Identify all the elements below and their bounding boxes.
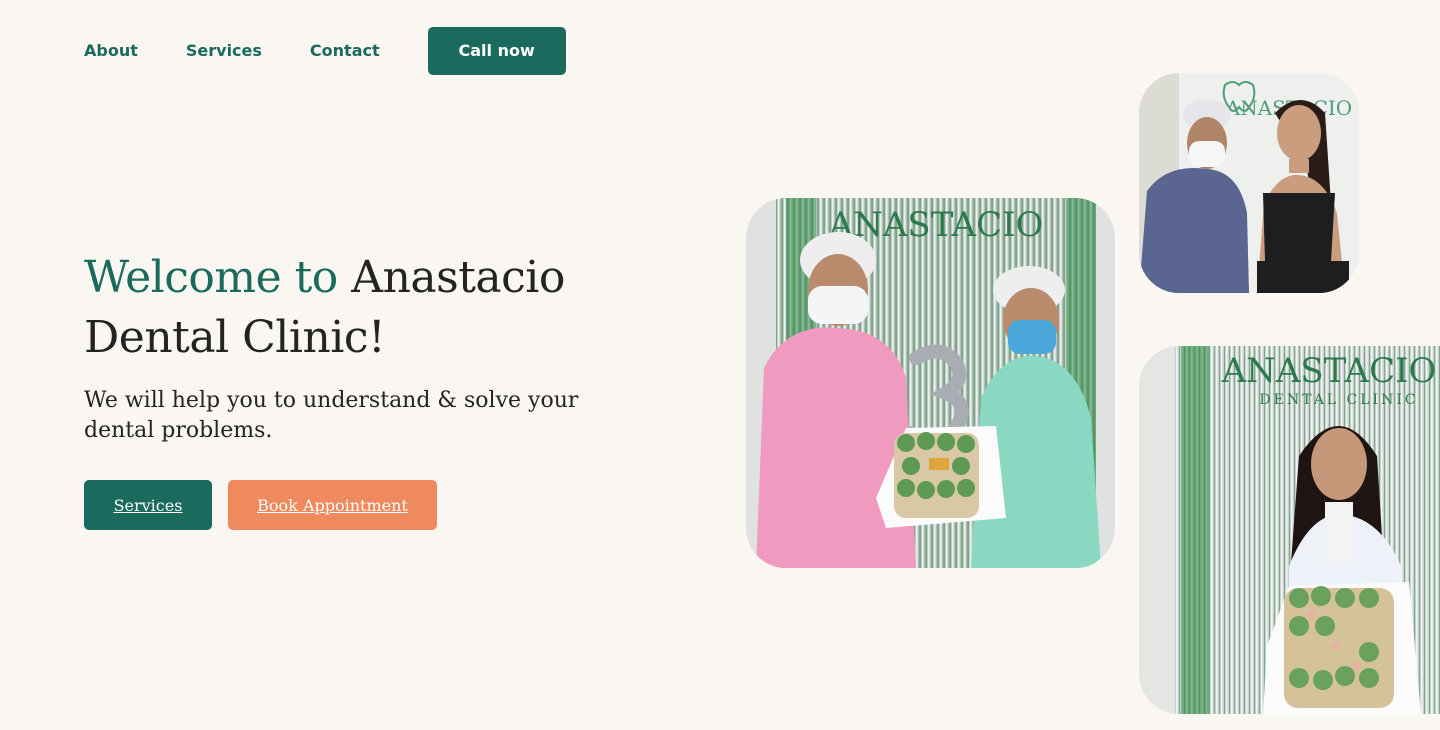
call-now-button[interactable]: Call now [427,27,566,75]
hero-title: Welcome to Anastacio Dental Clinic! [84,248,644,368]
nav-link-about[interactable]: About [84,27,138,75]
dentist-with-patient-photo: ANASTACIO [1139,73,1359,293]
services-button[interactable]: Services [84,480,212,530]
hero-section: Welcome to Anastacio Dental Clinic! We wi… [84,248,644,530]
landing-page: About Services Contact Call now Welcome … [0,0,1440,730]
hero-subtitle: We will help you to understand & solve y… [84,388,579,443]
nav-link-services[interactable]: Services [186,27,262,75]
hero-title-accent: Welcome to [84,252,338,303]
hero-title-line2: Dental Clinic! [84,312,386,363]
top-nav: About Services Contact Call now [84,27,566,75]
clinic-sign-text-2: ANASTACIO [1221,351,1437,391]
book-appointment-button[interactable]: Book Appointment [228,480,437,530]
clinic-anniversary-photo: ANASTACIO [746,198,1115,568]
clinic-sign-subtext: DENTAL CLINIC [1259,392,1418,408]
nav-link-contact[interactable]: Contact [310,27,380,75]
dentist-with-cake-photo: ANASTACIO DENTAL CLINIC [1139,346,1440,714]
hero-buttons: Services Book Appointment [84,480,644,530]
hero-title-rest: Anastacio [337,252,565,303]
